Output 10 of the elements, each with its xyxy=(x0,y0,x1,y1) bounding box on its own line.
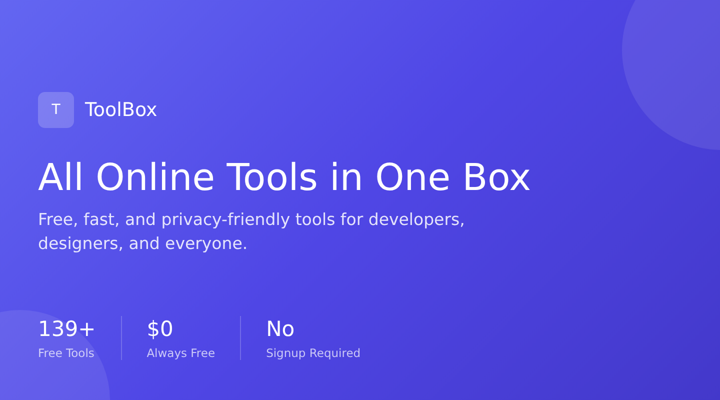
stat-value: 139+ xyxy=(38,316,96,342)
logo-icon: T xyxy=(38,92,74,128)
headline: All Online Tools in One Box xyxy=(38,155,532,201)
stat-label: Always Free xyxy=(146,346,216,360)
subtitle: Free, fast, and privacy-friendly tools for developers, designers, and everyone. xyxy=(38,209,466,255)
brand-name: ToolBox xyxy=(85,99,158,121)
stat-value: $0 xyxy=(146,316,174,342)
stat-label: Signup Required xyxy=(266,346,361,360)
stat-value: No xyxy=(266,316,296,342)
stat-label: Free Tools xyxy=(38,346,96,360)
